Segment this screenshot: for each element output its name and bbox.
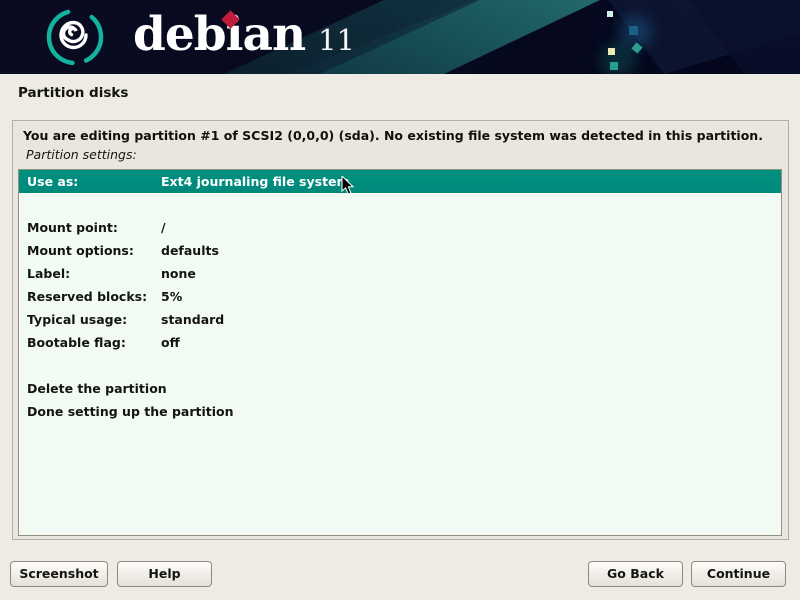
list-item-mount-point[interactable]: Mount point: / (19, 216, 781, 239)
info-message: You are editing partition #1 of SCSI2 (0… (23, 128, 763, 143)
banner: debian 11 (0, 0, 800, 74)
setting-label: Mount options: (27, 243, 161, 258)
page-title: Partition disks (18, 85, 128, 101)
brand-lockup: debian 11 (133, 0, 355, 70)
action-label: Delete the partition (27, 381, 167, 396)
go-back-button[interactable]: Go Back (588, 561, 683, 587)
list-item-use-as[interactable]: Use as: Ext4 journaling file system (19, 170, 781, 193)
setting-value: 5% (161, 289, 182, 304)
banner-decoration-square (608, 48, 615, 55)
setting-value: standard (161, 312, 224, 327)
banner-decoration-square (610, 62, 618, 70)
setting-label: Label: (27, 266, 161, 281)
banner-decoration-square (629, 26, 638, 35)
help-button[interactable]: Help (117, 561, 212, 587)
setting-label: Mount point: (27, 220, 161, 235)
setting-label: Typical usage: (27, 312, 161, 327)
list-item-label[interactable]: Label: none (19, 262, 781, 285)
list-spacer-row (19, 193, 781, 216)
list-item-typical-usage[interactable]: Typical usage: standard (19, 308, 781, 331)
setting-value: defaults (161, 243, 219, 258)
brand-name: debian (133, 0, 305, 70)
banner-glow (600, 42, 636, 74)
partition-settings-list: Use as: Ext4 journaling file system Moun… (18, 169, 782, 536)
setting-label: Reserved blocks: (27, 289, 161, 304)
setting-value: off (161, 335, 180, 350)
setting-label: Use as: (27, 174, 161, 189)
list-item-bootable-flag[interactable]: Bootable flag: off (19, 331, 781, 354)
mouse-cursor-icon (341, 176, 357, 196)
action-label: Done setting up the partition (27, 404, 234, 419)
list-item-mount-options[interactable]: Mount options: defaults (19, 239, 781, 262)
list-item-done-setting-up[interactable]: Done setting up the partition (19, 400, 781, 423)
continue-button[interactable]: Continue (691, 561, 786, 587)
setting-value: / (161, 220, 166, 235)
setting-value: none (161, 266, 196, 281)
list-item-reserved-blocks[interactable]: Reserved blocks: 5% (19, 285, 781, 308)
screenshot-button[interactable]: Screenshot (10, 561, 108, 587)
setting-value: Ext4 journaling file system (161, 174, 350, 189)
list-spacer-row (19, 354, 781, 377)
debian-swirl-logo-icon (42, 3, 108, 71)
banner-decoration-square (607, 11, 613, 17)
brand-version: 11 (318, 23, 355, 57)
partition-settings-label: Partition settings: (26, 147, 137, 162)
installer-window: debian 11 Partition disks You are editin… (0, 0, 800, 600)
setting-label: Bootable flag: (27, 335, 161, 350)
list-item-delete-partition[interactable]: Delete the partition (19, 377, 781, 400)
content-frame: You are editing partition #1 of SCSI2 (0… (12, 120, 789, 540)
